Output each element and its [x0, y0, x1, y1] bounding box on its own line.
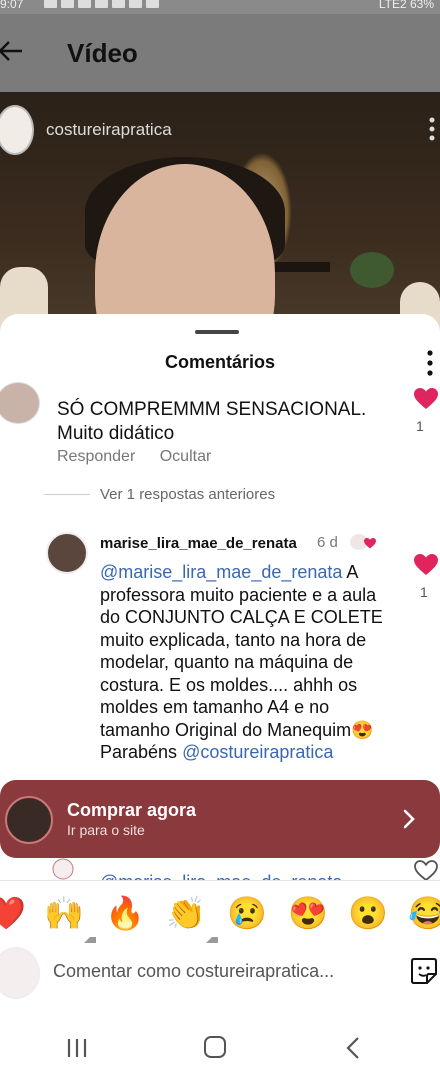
back-icon[interactable] — [346, 1036, 360, 1060]
system-nav-bar — [0, 1018, 440, 1080]
notification-icon — [44, 0, 57, 8]
page-title: Vídeo — [67, 38, 138, 68]
top-bar: Vídeo — [0, 14, 440, 92]
status-right: LTE2 63% — [379, 0, 434, 11]
notification-icon — [129, 0, 142, 8]
comment-text: SÓ COMPREMMM SENSACIONAL. Muito didático — [57, 399, 367, 444]
laughing-emoji[interactable]: 😂 — [408, 893, 440, 933]
notification-icon — [61, 0, 74, 8]
commenter-avatar[interactable] — [0, 382, 40, 424]
like-count: 1 — [420, 584, 428, 600]
notification-icon — [78, 0, 91, 8]
comment-time: 6 d — [317, 534, 338, 551]
sticker-icon[interactable] — [410, 957, 438, 985]
notification-icons — [44, 0, 159, 8]
mention-link[interactable]: @marise_lira_mae_de_renata — [100, 562, 342, 582]
video-plant — [350, 252, 394, 288]
status-bar: 9:07 LTE2 63% — [0, 0, 440, 14]
battery-label: 63% — [409, 0, 434, 11]
divider — [44, 494, 90, 495]
chevron-right-icon[interactable] — [402, 809, 416, 829]
shop-now-banner[interactable]: Comprar agora Ir para o site — [0, 780, 440, 858]
notification-icon — [95, 0, 108, 8]
network-label: LTE2 — [378, 0, 407, 11]
view-previous-replies[interactable]: Ver 1 respostas anteriores — [100, 486, 275, 503]
heart-emoji[interactable]: ❤️ — [0, 893, 26, 933]
drag-handle[interactable] — [195, 330, 239, 334]
notification-icon — [146, 0, 159, 8]
recent-apps-icon[interactable] — [66, 1038, 88, 1058]
comment-actions: Responder Ocultar — [57, 448, 231, 466]
ad-title: Comprar agora — [67, 800, 197, 820]
back-arrow-icon[interactable] — [0, 40, 22, 62]
home-icon[interactable] — [204, 1036, 226, 1058]
status-time: 9:07 — [0, 0, 24, 11]
heart-outline-icon[interactable] — [414, 860, 438, 882]
like-count: 1 — [416, 418, 424, 434]
more-options-icon[interactable] — [426, 350, 434, 376]
comment-input-bar: Comentar como costureirapratica... — [0, 945, 440, 1001]
fire-emoji[interactable]: 🔥 — [105, 893, 145, 933]
comment-body: A professora muito paciente e a aula do … — [100, 562, 383, 740]
mention-link[interactable]: @costureirapratica — [182, 742, 333, 762]
commenter-avatar[interactable] — [46, 532, 88, 574]
comment-username[interactable]: marise_lira_mae_de_renata — [100, 535, 297, 552]
video-shelf — [268, 262, 330, 272]
comment-text: @marise_lira_mae_de_renata A professora … — [100, 561, 390, 764]
raised-hands-emoji[interactable]: 🙌 — [44, 893, 84, 933]
notification-icon — [112, 0, 125, 8]
heart-icon[interactable] — [414, 554, 438, 576]
crying-face-emoji[interactable]: 😢 — [227, 893, 267, 933]
surprised-face-emoji[interactable]: 😮 — [348, 893, 388, 933]
hide-button[interactable]: Ocultar — [160, 448, 212, 465]
emoji-reaction-bar: ❤️ 🙌 🔥 👏 😢 😍 😮 😂 — [0, 880, 440, 943]
comments-title: Comentários — [164, 352, 276, 372]
channel-name[interactable]: costureirapratica — [46, 120, 172, 140]
comment-input[interactable]: Comentar como costureirapratica... — [53, 961, 334, 982]
heart-icon[interactable] — [414, 388, 438, 410]
logo-icon — [52, 858, 74, 880]
heart-icon — [364, 538, 376, 549]
comment-closing: Parabéns — [100, 742, 183, 762]
skin-tone-indicator — [84, 931, 96, 943]
user-avatar — [0, 947, 40, 999]
clapping-hands-emoji[interactable]: 👏 — [166, 893, 206, 933]
heart-eyes-emoji[interactable]: 😍 — [288, 893, 328, 933]
reply-button[interactable]: Responder — [57, 448, 135, 465]
ad-subtitle: Ir para o site — [67, 822, 145, 838]
skin-tone-indicator — [206, 931, 218, 943]
more-options-icon[interactable] — [429, 117, 435, 141]
ad-avatar — [5, 796, 53, 844]
